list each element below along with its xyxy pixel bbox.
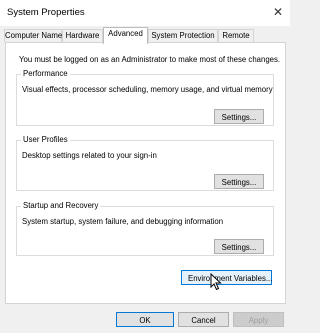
mouse-pointer-icon <box>210 273 222 291</box>
startup-recovery-group: Startup and Recovery System startup, sys… <box>16 201 274 256</box>
performance-title: Performance <box>21 69 70 78</box>
title-bar: System Properties ✕ <box>0 0 290 26</box>
performance-group: Performance Visual effects, processor sc… <box>16 69 274 126</box>
performance-description: Visual effects, processor scheduling, me… <box>22 85 273 94</box>
tab-computer-name[interactable]: Computer Name <box>4 29 62 42</box>
user-profiles-group: User Profiles Desktop settings related t… <box>16 135 274 191</box>
cancel-button[interactable]: Cancel <box>178 312 229 327</box>
startup-recovery-description: System startup, system failure, and debu… <box>22 217 224 226</box>
performance-settings-button[interactable]: Settings... <box>214 109 264 124</box>
apply-button[interactable]: Apply <box>233 312 284 327</box>
user-profiles-description: Desktop settings related to your sign-in <box>22 151 157 160</box>
tab-hardware[interactable]: Hardware <box>62 29 103 42</box>
admin-notice: You must be logged on as an Administrato… <box>19 55 281 64</box>
close-icon[interactable]: ✕ <box>273 5 283 19</box>
tab-remote[interactable]: Remote <box>218 29 254 42</box>
startup-recovery-settings-button[interactable]: Settings... <box>214 239 264 254</box>
advanced-tab-panel: You must be logged on as an Administrato… <box>5 42 286 304</box>
tab-system-protection[interactable]: System Protection <box>148 29 218 42</box>
environment-variables-button[interactable]: Environment Variables... <box>181 270 272 285</box>
startup-recovery-title: Startup and Recovery <box>21 201 101 210</box>
user-profiles-settings-button[interactable]: Settings... <box>214 174 264 189</box>
tab-advanced[interactable]: Advanced <box>103 27 148 44</box>
window-title: System Properties <box>7 7 85 18</box>
ok-button[interactable]: OK <box>116 312 174 327</box>
dialog-footer: OK Cancel Apply <box>0 304 290 333</box>
user-profiles-title: User Profiles <box>21 135 70 144</box>
